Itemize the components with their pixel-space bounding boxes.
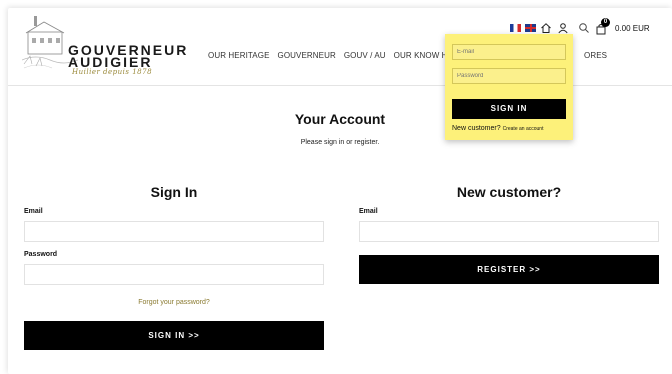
home-icon[interactable]: [540, 22, 552, 34]
nav-item-know-how[interactable]: OUR KNOW H: [394, 51, 448, 60]
register-button[interactable]: REGISTER >>: [359, 255, 659, 284]
page: GOUVERNEUR AUDIGIER Huilier depuis 1878 …: [8, 8, 672, 374]
register-email-label: Email: [359, 208, 378, 215]
cart-total: 0.00 EUR: [615, 23, 650, 33]
cart-count-badge: 0: [601, 18, 610, 27]
register-heading: New customer?: [456, 184, 562, 200]
brand-name: GOUVERNEUR AUDIGIER: [68, 43, 188, 69]
nav-item-stores[interactable]: ORES: [584, 51, 607, 60]
new-customer-text: New customer?: [452, 125, 501, 132]
user-icon[interactable]: [557, 22, 569, 34]
signin-password-label: Password: [24, 251, 58, 258]
create-account-link[interactable]: Create an account: [503, 126, 544, 132]
signin-password-input[interactable]: [24, 264, 324, 285]
dropdown-email-input[interactable]: [452, 44, 566, 60]
signin-email-label: Email: [24, 208, 43, 215]
nav-item-heritage[interactable]: OUR HERITAGE: [208, 51, 270, 60]
search-icon[interactable]: [578, 22, 590, 34]
signin-email-input[interactable]: [24, 221, 324, 242]
forgot-password-link[interactable]: Forgot your password?: [24, 299, 324, 306]
cart-button[interactable]: 0: [595, 18, 610, 35]
register-email-input[interactable]: [359, 221, 659, 242]
main-nav: OUR HERITAGE GOUVERNEUR GOUV / AU OUR KN…: [208, 51, 607, 60]
dropdown-signin-button[interactable]: SIGN IN: [452, 99, 566, 119]
nav-item-gouverneur[interactable]: GOUVERNEUR: [278, 51, 336, 60]
page-subtitle: Please sign in or register.: [300, 139, 380, 146]
french-flag-icon[interactable]: [510, 24, 521, 32]
brand-tagline: Huilier depuis 1878: [72, 68, 153, 76]
utility-bar: 0 0.00 EUR: [510, 18, 650, 35]
dropdown-new-customer: New customer? Create an account: [452, 125, 566, 132]
dropdown-password-input[interactable]: [452, 68, 566, 84]
signin-heading: Sign In: [150, 184, 198, 200]
account-dropdown: SIGN IN New customer? Create an account: [445, 34, 573, 140]
brand-logo[interactable]: GOUVERNEUR AUDIGIER Huilier depuis 1878: [22, 16, 202, 76]
uk-flag-icon[interactable]: [525, 24, 536, 32]
nav-item-gouv-au[interactable]: GOUV / AU: [344, 51, 386, 60]
signin-button[interactable]: SIGN IN >>: [24, 321, 324, 350]
